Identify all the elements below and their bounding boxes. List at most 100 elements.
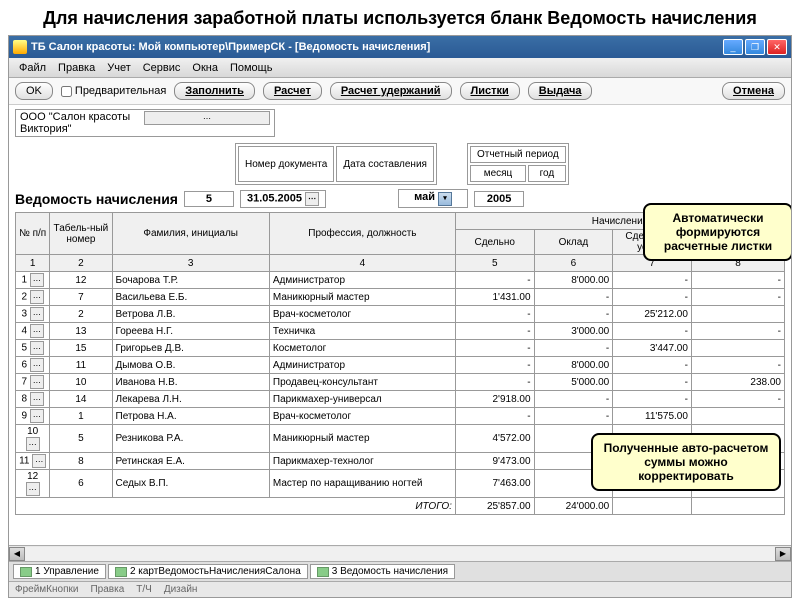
cell-n[interactable]: 6 ⋯ (16, 357, 50, 374)
table-row[interactable]: 4 ⋯13Гореева Н.Г.Техничка-3'000.00-- (16, 323, 785, 340)
table-row[interactable]: 3 ⋯2Ветрова Л.В.Врач-косметолог--25'212.… (16, 306, 785, 323)
cell-salary[interactable]: - (534, 340, 613, 357)
table-row[interactable]: 6 ⋯11Дымова О.В.Администратор-8'000.00-- (16, 357, 785, 374)
date-picker-button[interactable]: ⋯ (305, 192, 319, 206)
table-row[interactable]: 1 ⋯12Бочарова Т.Р.Администратор-8'000.00… (16, 272, 785, 289)
cell-piece[interactable]: - (455, 408, 534, 425)
cell-position[interactable]: Врач-косметолог (269, 306, 455, 323)
tab-card-vedomost[interactable]: 2 картВедомостьНачисленияСалона (108, 564, 308, 579)
cell-position[interactable]: Парикмахер-универсал (269, 391, 455, 408)
doc-num-field[interactable]: 5 (184, 191, 234, 207)
tab-management[interactable]: 1 Управление (13, 564, 106, 579)
maximize-button[interactable]: ❐ (745, 39, 765, 55)
fill-button[interactable]: Заполнить (174, 82, 255, 100)
organization-field[interactable]: ООО "Салон красоты Виктория" ⋯ (15, 109, 275, 137)
cell-piece[interactable]: - (455, 340, 534, 357)
cell-name[interactable]: Гореева Н.Г. (112, 323, 269, 340)
cell-position[interactable]: Мастер по наращиванию ногтей (269, 470, 455, 498)
cell-n[interactable]: 2 ⋯ (16, 289, 50, 306)
row-lookup-button[interactable]: ⋯ (30, 392, 44, 406)
cell-name[interactable]: Седых В.П. (112, 470, 269, 498)
cell-tabnum[interactable]: 12 (50, 272, 112, 289)
cell-piece[interactable]: 7'463.00 (455, 470, 534, 498)
scroll-left-icon[interactable]: ◀ (9, 547, 25, 561)
cell-piece[interactable]: 4'572.00 (455, 425, 534, 453)
slips-button[interactable]: Листки (460, 82, 520, 100)
cell-tabnum[interactable]: 8 (50, 453, 112, 470)
cell-piece[interactable]: - (455, 374, 534, 391)
cell-salary[interactable]: 8'000.00 (534, 357, 613, 374)
cell-n[interactable]: 7 ⋯ (16, 374, 50, 391)
cell-tabnum[interactable]: 13 (50, 323, 112, 340)
preliminary-checkbox-input[interactable] (61, 86, 72, 97)
table-row[interactable]: 2 ⋯7Васильева Е.Б.Маникюрный мастер1'431… (16, 289, 785, 306)
ok-button[interactable]: OK (15, 82, 53, 100)
cell-salary[interactable]: 5'000.00 (534, 374, 613, 391)
row-lookup-button[interactable]: ⋯ (30, 409, 44, 423)
cell-salary[interactable]: - (534, 289, 613, 306)
year-field[interactable]: 2005 (474, 191, 524, 207)
cell-name[interactable]: Ретинская Е.А. (112, 453, 269, 470)
cell-position[interactable]: Маникюрный мастер (269, 289, 455, 306)
calc-deductions-button[interactable]: Расчет удержаний (330, 82, 452, 100)
close-button[interactable]: ✕ (767, 39, 787, 55)
cell-piece-serv[interactable]: - (613, 357, 692, 374)
cell-position[interactable]: Продавец-консультант (269, 374, 455, 391)
cell-piece-serv[interactable]: - (613, 374, 692, 391)
doc-date-field[interactable]: 31.05.2005 ⋯ (240, 190, 326, 208)
cell-tabnum[interactable]: 2 (50, 306, 112, 323)
menu-accounting[interactable]: Учет (101, 60, 137, 75)
cell-position[interactable]: Маникюрный мастер (269, 425, 455, 453)
payout-button[interactable]: Выдача (528, 82, 593, 100)
cell-position[interactable]: Администратор (269, 357, 455, 374)
cell-piece-serv[interactable]: 25'212.00 (613, 306, 692, 323)
cell-piece-cosm[interactable] (691, 306, 784, 323)
cell-tabnum[interactable]: 15 (50, 340, 112, 357)
cell-piece-cosm[interactable]: - (691, 323, 784, 340)
cell-n[interactable]: 1 ⋯ (16, 272, 50, 289)
cell-position[interactable]: Парикмахер-технолог (269, 453, 455, 470)
cell-piece[interactable]: 2'918.00 (455, 391, 534, 408)
cell-tabnum[interactable]: 11 (50, 357, 112, 374)
cell-position[interactable]: Администратор (269, 272, 455, 289)
cell-position[interactable]: Техничка (269, 323, 455, 340)
table-row[interactable]: 7 ⋯10Иванова Н.В.Продавец-консультант-5'… (16, 374, 785, 391)
cell-piece-serv[interactable]: - (613, 272, 692, 289)
cell-name[interactable]: Иванова Н.В. (112, 374, 269, 391)
preliminary-checkbox[interactable]: Предварительная (61, 85, 166, 97)
cell-piece-cosm[interactable]: 238.00 (691, 374, 784, 391)
cell-position[interactable]: Врач-косметолог (269, 408, 455, 425)
cell-name[interactable]: Васильева Е.Б. (112, 289, 269, 306)
menu-windows[interactable]: Окна (186, 60, 224, 75)
cell-piece-cosm[interactable]: - (691, 289, 784, 306)
cell-piece-serv[interactable]: 3'447.00 (613, 340, 692, 357)
row-lookup-button[interactable]: ⋯ (30, 358, 44, 372)
cell-piece-cosm[interactable]: - (691, 357, 784, 374)
cell-n[interactable]: 5 ⋯ (16, 340, 50, 357)
cell-n[interactable]: 10 ⋯ (16, 425, 50, 453)
table-row[interactable]: 8 ⋯14Лекарева Л.Н.Парикмахер-универсал2'… (16, 391, 785, 408)
cell-piece-serv[interactable]: - (613, 391, 692, 408)
cell-piece[interactable]: 9'473.00 (455, 453, 534, 470)
table-row[interactable]: 9 ⋯1Петрова Н.А.Врач-косметолог--11'575.… (16, 408, 785, 425)
cell-tabnum[interactable]: 10 (50, 374, 112, 391)
cell-n[interactable]: 4 ⋯ (16, 323, 50, 340)
cell-piece-cosm[interactable] (691, 408, 784, 425)
horizontal-scrollbar[interactable]: ◀ ▶ (9, 545, 791, 561)
minimize-button[interactable]: _ (723, 39, 743, 55)
cell-piece-cosm[interactable]: - (691, 391, 784, 408)
org-lookup-button[interactable]: ⋯ (144, 111, 270, 125)
cell-tabnum[interactable]: 6 (50, 470, 112, 498)
row-lookup-button[interactable]: ⋯ (30, 307, 44, 321)
tab-vedomost[interactable]: 3 Ведомость начисления (310, 564, 455, 579)
menu-file[interactable]: Файл (13, 60, 52, 75)
cell-piece-cosm[interactable] (691, 340, 784, 357)
row-lookup-button[interactable]: ⋯ (30, 375, 44, 389)
month-field[interactable]: май ▾ (398, 189, 468, 208)
row-lookup-button[interactable]: ⋯ (30, 290, 44, 304)
scroll-right-icon[interactable]: ▶ (775, 547, 791, 561)
cell-name[interactable]: Петрова Н.А. (112, 408, 269, 425)
menu-service[interactable]: Сервис (137, 60, 187, 75)
cell-name[interactable]: Дымова О.В. (112, 357, 269, 374)
cell-piece[interactable]: - (455, 306, 534, 323)
